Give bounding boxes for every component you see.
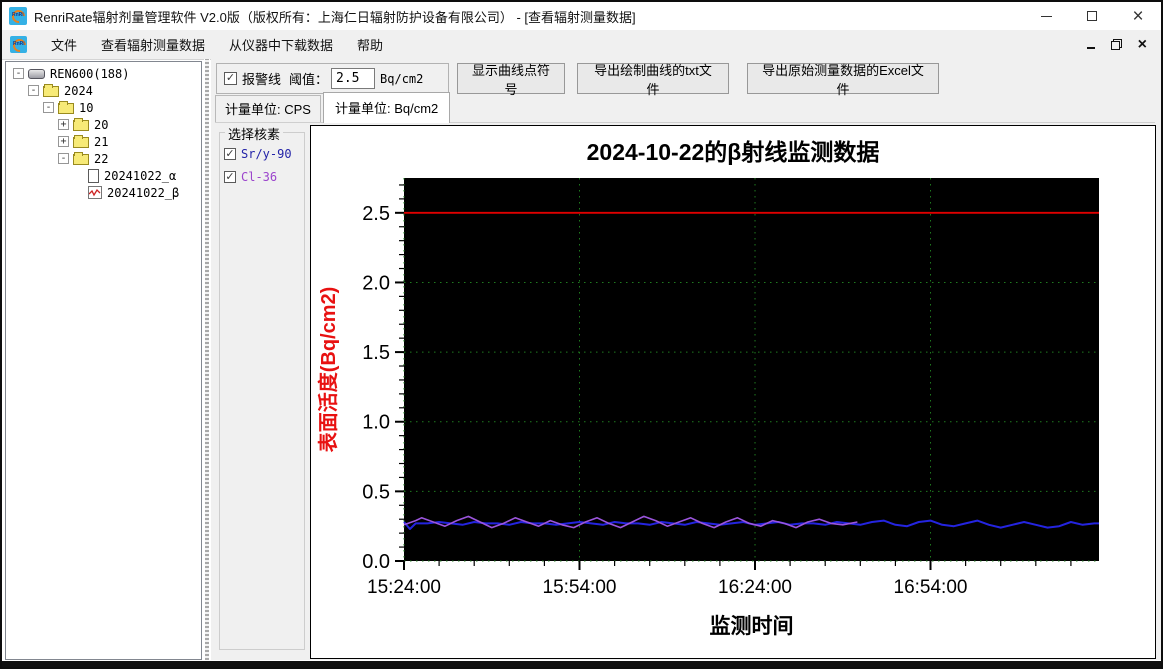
window-controls: × <box>1023 2 1161 30</box>
nuclide-item-sr-y-90: ✓ Sr/y-90 <box>224 147 304 161</box>
close-icon: × <box>1132 5 1144 27</box>
x-tick-label: 15:24:00 <box>367 577 441 598</box>
show-curve-points-button[interactable]: 显示曲线点符号 <box>457 63 565 97</box>
minimize-button[interactable] <box>1023 2 1069 30</box>
tree-node-label: 21 <box>94 134 109 149</box>
nuclide-label: Sr/y-90 <box>241 147 292 161</box>
nuclide-item-cl-36: ✓ Cl-36 <box>224 170 304 184</box>
export-excel-button[interactable]: 导出原始测量数据的Excel文件 <box>747 63 939 97</box>
tree-node-label: 22 <box>94 151 109 166</box>
y-tick-label: 2.5 <box>362 203 390 225</box>
mdi-window-controls: × <box>1086 36 1161 53</box>
unit-tab-strip: 计量单位: CPS 计量单位: Bq/cm2 <box>215 92 1155 123</box>
monitoring-chart: 2024-10-22的β射线监测数据 0.0 0.5 1.0 1.5 2.0 2.5 15:2… <box>316 139 1099 638</box>
document-logo-icon <box>10 36 27 53</box>
plot-area <box>404 178 1099 561</box>
maximize-button[interactable] <box>1069 2 1115 30</box>
tree-node-2024[interactable]: - 2024 <box>6 82 201 99</box>
device-tree-panel: - REN600(188) -2024-10 +20 +21-22 20241022_α 2… <box>5 61 202 660</box>
splitter-handle[interactable] <box>204 59 210 660</box>
folder-icon <box>73 135 89 148</box>
tree-node-label: 20241022_α <box>104 168 177 183</box>
y-tick-label: 0.5 <box>362 481 390 503</box>
collapse-icon[interactable]: - <box>28 85 39 96</box>
main-panel: ✓ 报警线 阈值： Bq/cm2 显示曲线点符号 导出绘制曲线的txt文件 导出… <box>211 59 1161 660</box>
menu-item-0[interactable]: 文件 <box>39 30 89 59</box>
alarm-line-groupbox: ✓ 报警线 阈值： Bq/cm2 <box>216 63 449 94</box>
mdi-minimize-button[interactable] <box>1086 47 1095 49</box>
close-button[interactable]: × <box>1115 2 1161 30</box>
y-tick-label: 2.0 <box>362 272 390 294</box>
x-tick-label: 16:54:00 <box>894 577 968 598</box>
tree-node-label: REN600(188) <box>50 66 130 81</box>
collapse-icon[interactable]: - <box>43 102 54 113</box>
tree-node-ren600-188-[interactable]: - REN600(188) <box>6 65 201 82</box>
chart-file-icon <box>88 186 102 199</box>
device-icon <box>28 68 45 79</box>
expand-icon[interactable]: + <box>58 136 69 147</box>
window-bottom-edge <box>2 661 1161 667</box>
threshold-unit-label: Bq/cm2 <box>380 71 424 86</box>
chart-title: 2024-10-22的β射线监测数据 <box>587 139 880 165</box>
nuclide-label: Cl-36 <box>241 170 278 184</box>
nuclide-groupbox-title: 选择核素 <box>225 124 284 143</box>
y-axis-title: 表面活度(Bq/cm2) <box>316 287 340 453</box>
y-tick-label: 0.0 <box>362 551 390 573</box>
window-title: RenriRate辐射剂量管理软件 V2.0版（版权所有：上海仁日辐射防护设备有… <box>34 9 636 25</box>
tree-node-22[interactable]: - 22 <box>6 150 201 167</box>
y-tick-label: 1.0 <box>362 412 390 434</box>
tab-unit-1[interactable]: 计量单位: Bq/cm2 <box>322 92 451 123</box>
tree-node-label: 20 <box>94 117 109 132</box>
menu-items: 文件 查看辐射测量数据 从仪器中下载数据 帮助 <box>39 30 395 59</box>
tree-node-21[interactable]: +21 <box>6 133 201 150</box>
x-tick-label: 15:54:00 <box>543 577 617 598</box>
mdi-restore-button[interactable] <box>1110 39 1122 50</box>
tree-node-label: 2024 <box>64 83 93 98</box>
collapse-icon[interactable]: - <box>58 153 69 164</box>
tab-unit-0[interactable]: 计量单位: CPS <box>215 95 321 122</box>
minimize-icon <box>1040 15 1052 17</box>
folder-icon <box>73 152 89 165</box>
collapse-icon[interactable]: - <box>13 68 24 79</box>
expand-icon[interactable]: + <box>58 119 69 130</box>
alarm-line-checkbox[interactable]: ✓ <box>224 72 237 85</box>
app-logo-icon <box>9 7 27 25</box>
threshold-input[interactable] <box>331 68 376 89</box>
tree-node-10[interactable]: - 10 <box>6 99 201 116</box>
threshold-label: 阈值： <box>289 72 329 87</box>
tree-node-20241022-[interactable]: 20241022_β <box>6 184 201 201</box>
menu-item-2[interactable]: 从仪器中下载数据 <box>217 30 345 59</box>
menu-item-3[interactable]: 帮助 <box>345 30 395 59</box>
tree-node-label: 10 <box>79 100 94 115</box>
alarm-line-label: 报警线 <box>242 72 282 87</box>
tree-node-20241022-[interactable]: 20241022_α <box>6 167 201 184</box>
tree-node-label: 20241022_β <box>107 185 180 200</box>
menu-bar: 文件查看辐射测量数据从仪器中下载数据帮助 × <box>2 30 1161 60</box>
nuclide-checkbox[interactable]: ✓ <box>224 148 236 160</box>
export-txt-button[interactable]: 导出绘制曲线的txt文件 <box>577 63 729 97</box>
maximize-icon <box>1087 11 1097 21</box>
x-tick-label: 16:24:00 <box>718 577 792 598</box>
folder-icon <box>73 118 89 131</box>
nuclide-groupbox: 选择核素 ✓ Sr/y-90 ✓ Cl-36 <box>219 124 305 650</box>
mdi-close-button[interactable]: × <box>1138 36 1147 53</box>
document-icon <box>88 168 99 183</box>
tree-node-20[interactable]: +20 <box>6 116 201 133</box>
chart-panel: 2024-10-22的β射线监测数据 0.0 0.5 1.0 1.5 2.0 2.5 15:2… <box>310 125 1156 659</box>
title-bar: RenriRate辐射剂量管理软件 V2.0版（版权所有：上海仁日辐射防护设备有… <box>2 2 1161 30</box>
app-window: RenriRate辐射剂量管理软件 V2.0版（版权所有：上海仁日辐射防护设备有… <box>0 0 1163 669</box>
folder-icon <box>58 101 74 114</box>
menu-item-1[interactable]: 查看辐射测量数据 <box>89 30 217 59</box>
folder-icon <box>43 84 59 97</box>
y-tick-label: 1.5 <box>362 342 390 364</box>
nuclide-checkbox[interactable]: ✓ <box>224 171 236 183</box>
x-axis-title: 监测时间 <box>710 614 794 638</box>
